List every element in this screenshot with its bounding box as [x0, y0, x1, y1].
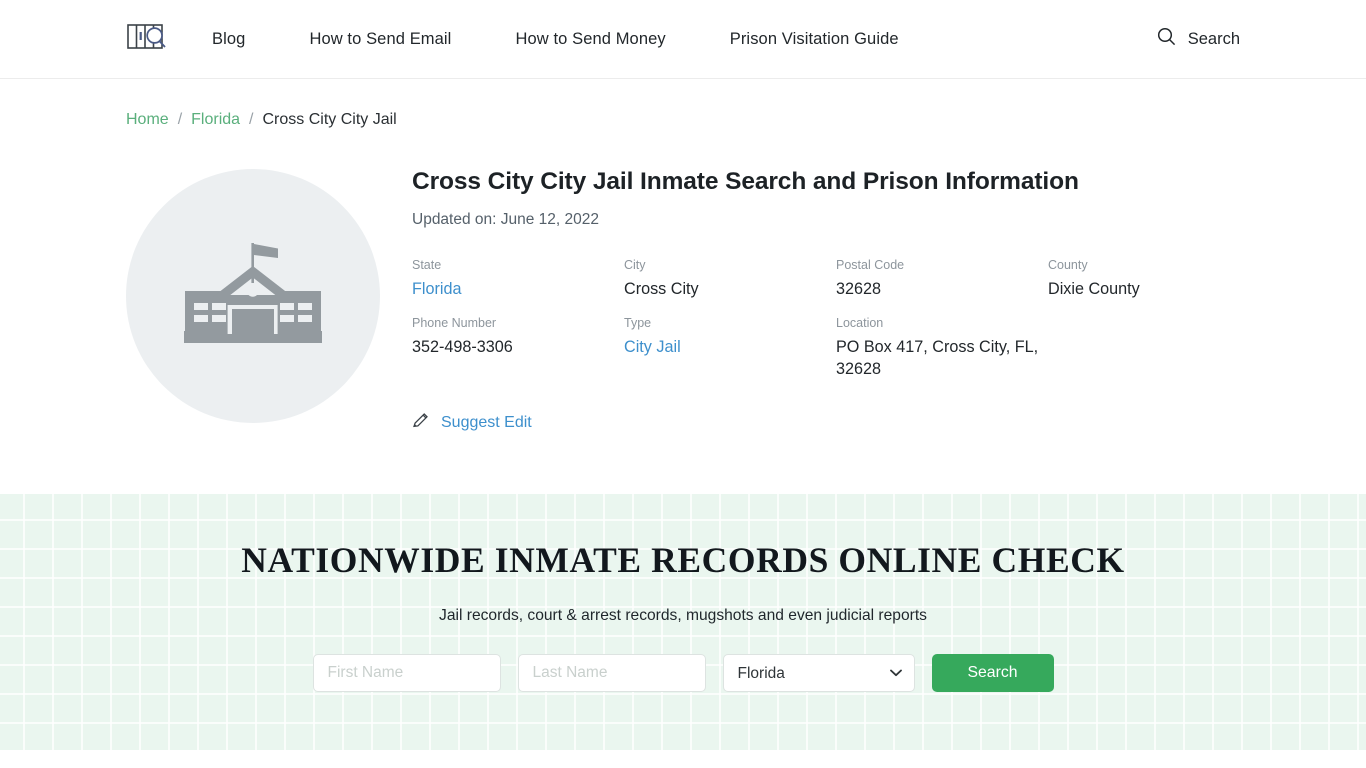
- breadcrumb-current: Cross City City Jail: [262, 111, 397, 128]
- facility-thumbnail: [126, 169, 380, 423]
- breadcrumb-state[interactable]: Florida: [191, 111, 240, 129]
- search-band-subtitle: Jail records, court & arrest records, mu…: [439, 607, 927, 624]
- field-value-phone-number: 352-498-3306: [412, 338, 513, 357]
- field-value-location: PO Box 417, Cross City, FL, 32628: [836, 338, 1039, 379]
- field-label: City: [624, 257, 646, 272]
- last-updated-text: Updated on: June 12, 2022: [412, 210, 600, 228]
- main-navigation: Blog How to Send Email How to Send Money…: [212, 30, 1157, 49]
- breadcrumb-separator: /: [177, 111, 183, 128]
- nav-item-how-to-send-money[interactable]: How to Send Money: [483, 30, 697, 49]
- site-header: Blog How to Send Email How to Send Money…: [0, 0, 1366, 79]
- field-county: County Dixie County: [1048, 258, 1260, 301]
- search-submit-button[interactable]: Search: [931, 654, 1054, 692]
- first-name-input[interactable]: [312, 654, 501, 692]
- field-label: Postal Code: [836, 257, 905, 272]
- field-label: State: [412, 257, 442, 272]
- search-icon: [1157, 27, 1176, 51]
- nav-item-how-to-send-email[interactable]: How to Send Email: [277, 30, 483, 49]
- breadcrumb-home[interactable]: Home: [126, 111, 169, 129]
- field-value-type-link[interactable]: City Jail: [624, 338, 681, 356]
- breadcrumb-separator: /: [249, 111, 254, 128]
- suggest-edit-button[interactable]: Suggest Edit: [412, 411, 532, 434]
- facility-info-section: Cross City City Jail Inmate Search and P…: [0, 129, 1366, 434]
- suggest-edit-label: Suggest Edit: [441, 413, 532, 431]
- header-search-label: Search: [1187, 29, 1240, 48]
- field-location: Location PO Box 417, Cross City, FL, 326…: [836, 316, 1048, 381]
- field-value-state-link[interactable]: Florida: [412, 280, 461, 298]
- breadcrumb: Home / Florida / Cross City City Jail: [0, 79, 1366, 129]
- nav-item-prison-visitation-guide[interactable]: Prison Visitation Guide: [698, 30, 931, 49]
- nav-item-blog[interactable]: Blog: [212, 30, 277, 49]
- field-city: City Cross City: [624, 258, 836, 301]
- facility-field-grid: State Florida City Cross City Postal Cod…: [412, 258, 1260, 382]
- header-search-button[interactable]: Search: [1157, 27, 1240, 51]
- field-label: Location: [836, 316, 884, 331]
- field-empty-slot: [1048, 316, 1260, 381]
- search-band-title: NATIONWIDE INMATE RECORDS ONLINE CHECK: [241, 540, 1125, 580]
- last-name-input[interactable]: [517, 654, 706, 692]
- state-select[interactable]: Florida: [722, 654, 915, 692]
- field-value-county: Dixie County: [1048, 279, 1140, 298]
- field-value-city: Cross City: [624, 279, 699, 298]
- inmate-search-form: Florida Search: [312, 654, 1054, 692]
- pencil-icon: [412, 411, 430, 434]
- field-label: Type: [624, 316, 652, 331]
- field-phone-number: Phone Number 352-498-3306: [412, 316, 624, 381]
- jail-bars-search-logo-icon: [126, 21, 170, 58]
- field-label: County: [1048, 257, 1088, 272]
- state-select-wrapper: Florida: [722, 654, 915, 692]
- site-logo[interactable]: [126, 19, 172, 59]
- field-label: Phone Number: [412, 316, 497, 331]
- field-type: Type City Jail: [624, 316, 836, 381]
- government-building-icon: [182, 235, 324, 358]
- page-title: Cross City City Jail Inmate Search and P…: [412, 168, 1079, 195]
- field-value-postal-code: 32628: [836, 279, 882, 298]
- nationwide-search-section: NATIONWIDE INMATE RECORDS ONLINE CHECK J…: [0, 494, 1366, 750]
- field-state: State Florida: [412, 258, 624, 301]
- field-postal-code: Postal Code 32628: [836, 258, 1048, 301]
